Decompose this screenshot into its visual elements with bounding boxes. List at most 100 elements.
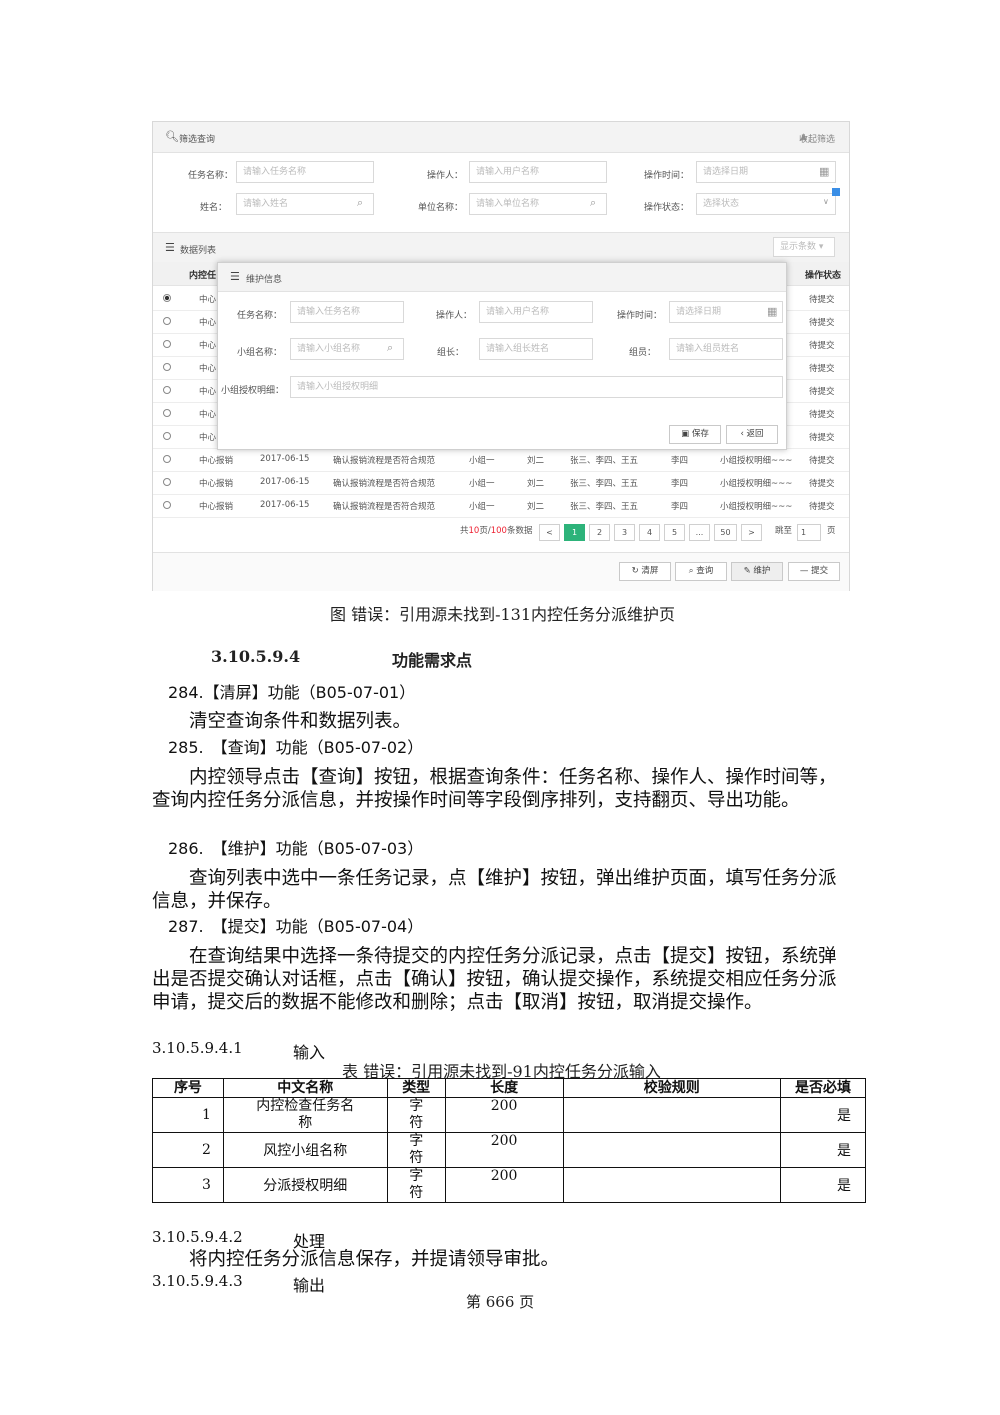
row-radio[interactable]: [163, 501, 171, 509]
pager-page[interactable]: 50: [714, 524, 737, 541]
name-input[interactable]: 请输入姓名: [236, 193, 374, 215]
row-leader: 刘二: [527, 456, 545, 466]
list-icon: ☰: [230, 270, 240, 283]
row-radio[interactable]: [163, 432, 171, 440]
row-cell: 中心: [199, 433, 217, 443]
search-icon[interactable]: ⌕: [357, 196, 363, 210]
maintain-button-label: 维护: [753, 566, 771, 576]
row-radio[interactable]: [163, 478, 171, 486]
back-button[interactable]: ‹ 返回: [726, 425, 778, 444]
search-icon[interactable]: ⌕: [590, 196, 596, 210]
cell-name: 分派授权明细: [222, 1167, 388, 1203]
subsection-title: 输出: [293, 1276, 326, 1295]
refresh-icon: ↻: [631, 566, 639, 576]
row-radio[interactable]: [163, 386, 171, 394]
calendar-icon[interactable]: ▦: [767, 305, 777, 318]
subsection-number: 3.10.5.9.4.1: [152, 1039, 243, 1057]
pager-text: 页/: [479, 526, 491, 536]
modal-op-time-input[interactable]: 请选择日期: [669, 301, 783, 323]
task-name-input[interactable]: 请输入任务名称: [236, 161, 374, 183]
row-cell: 中心: [199, 387, 217, 397]
row-radio[interactable]: [163, 340, 171, 348]
row-radio[interactable]: [163, 455, 171, 463]
jump-input[interactable]: 1: [797, 524, 821, 541]
item-body: 在查询结果中选择一条待提交的内控任务分派记录，点击【提交】按钮，系统弹出是否提交…: [152, 946, 837, 1013]
query-button[interactable]: ⌕ 查询: [675, 562, 727, 581]
op-time-input[interactable]: 请选择日期: [696, 161, 836, 183]
item-heading: 286. 【维护】功能（B05-07-03）: [168, 839, 424, 858]
modal-operator-input[interactable]: 请输入用户名称: [479, 301, 593, 323]
clear-button[interactable]: ↻ 清屏: [619, 562, 671, 581]
cell-required: 是: [780, 1097, 866, 1133]
list-title: 数据列表: [180, 246, 217, 256]
modal-member-input[interactable]: 请输入组员姓名: [669, 338, 783, 360]
modal-group-name-label: 小组名称：: [236, 348, 282, 358]
pager-page[interactable]: 2: [589, 524, 610, 541]
row-task: 确认报销流程是否符合规范: [333, 502, 436, 512]
cell-type: 字符: [386, 1097, 446, 1133]
save-button[interactable]: ▣ 保存: [669, 425, 721, 444]
cell-index: 2: [152, 1132, 224, 1168]
modal-title: 维护信息: [246, 275, 283, 285]
table-row[interactable]: 中心报销 2017-06-15 确认报销流程是否符合规范 小组一 刘二 张三、李…: [153, 449, 849, 472]
cell-length: 200: [444, 1132, 564, 1168]
row-status: 待提交: [809, 456, 835, 466]
row-date: 2017-06-15: [260, 500, 310, 510]
row-status: 待提交: [809, 341, 835, 351]
search-icon: ⌕: [688, 566, 694, 576]
row-leader: 刘二: [527, 502, 545, 512]
row-status: 待提交: [809, 364, 835, 374]
cell-index: 3: [152, 1167, 224, 1203]
row-radio[interactable]: [163, 363, 171, 371]
unit-label: 单位名称：: [417, 203, 463, 213]
item-body: 清空查询条件和数据列表。: [189, 711, 412, 732]
pager-next[interactable]: >: [741, 524, 762, 541]
row-radio[interactable]: [163, 294, 171, 302]
table-row[interactable]: 中心报销 2017-06-15 确认报销流程是否符合规范 小组一 刘二 张三、李…: [153, 472, 849, 495]
section-title: 功能需求点: [392, 651, 473, 670]
submit-button[interactable]: — 提交: [788, 562, 840, 581]
pager-ellipsis: ...: [689, 524, 710, 541]
row-members: 张三、李四、王五: [570, 502, 639, 512]
pager-page[interactable]: 1: [564, 524, 585, 541]
modal-task-name-label: 任务名称：: [236, 311, 282, 321]
unit-input[interactable]: 请输入单位名称: [469, 193, 607, 215]
modal-task-name-input[interactable]: 请输入任务名称: [290, 301, 404, 323]
display-count-select[interactable]: 显示条数 ▾: [773, 237, 835, 257]
list-header: ☰ 数据列表 显示条数 ▾: [153, 232, 849, 264]
pager-page[interactable]: 5: [664, 524, 685, 541]
save-button-label: 保存: [691, 429, 709, 439]
row-radio[interactable]: [163, 317, 171, 325]
side-tool-icon[interactable]: [832, 188, 840, 196]
modal-operator-label: 操作人：: [435, 311, 472, 321]
maintain-button[interactable]: ✎ 维护: [731, 562, 783, 581]
operator-input[interactable]: 请输入用户名称: [469, 161, 607, 183]
search-icon[interactable]: ⌕: [387, 341, 393, 355]
table-row: 2 风控小组名称 字符 200 是: [152, 1132, 866, 1168]
op-status-select[interactable]: 选择状态: [696, 193, 836, 215]
modal-leader-input[interactable]: 请输入组长姓名: [479, 338, 593, 360]
pager-prev[interactable]: <: [539, 524, 560, 541]
maintain-modal: ☰ 维护信息 任务名称： 请输入任务名称 操作人： 请输入用户名称 操作时间： …: [217, 262, 787, 450]
row-group: 小组一: [469, 456, 495, 466]
row-status: 待提交: [809, 502, 835, 512]
table-row[interactable]: 中心报销 2017-06-15 确认报销流程是否符合规范 小组一 刘二 张三、李…: [153, 495, 849, 518]
row-radio[interactable]: [163, 409, 171, 417]
row-status: 待提交: [809, 318, 835, 328]
row-cell: 中心: [199, 295, 217, 305]
pager-page[interactable]: 3: [614, 524, 635, 541]
row-cell: 中心报销: [199, 502, 234, 512]
subsection-number: 3.10.5.9.4.3: [152, 1272, 243, 1290]
collapse-filter-link[interactable]: 收起筛选: [799, 132, 835, 145]
col-header-task: 内控任: [189, 271, 217, 281]
row-task: 确认报销流程是否符合规范: [333, 456, 436, 466]
pager-page[interactable]: 4: [639, 524, 660, 541]
chevron-down-icon: ∨: [823, 197, 829, 206]
calendar-icon[interactable]: ▦: [819, 165, 829, 178]
page-footer: 第 666 页: [466, 1293, 535, 1311]
pager-summary: 共10页/100条数据: [460, 524, 532, 544]
item-body: 内控领导点击【查询】按钮，根据查询条件：任务名称、操作人、操作时间等，查询内控任…: [152, 767, 837, 811]
page-suffix: 页: [827, 526, 836, 536]
modal-auth-input[interactable]: 请输入小组授权明细: [290, 376, 783, 398]
display-count-label: 显示条数: [780, 242, 817, 252]
